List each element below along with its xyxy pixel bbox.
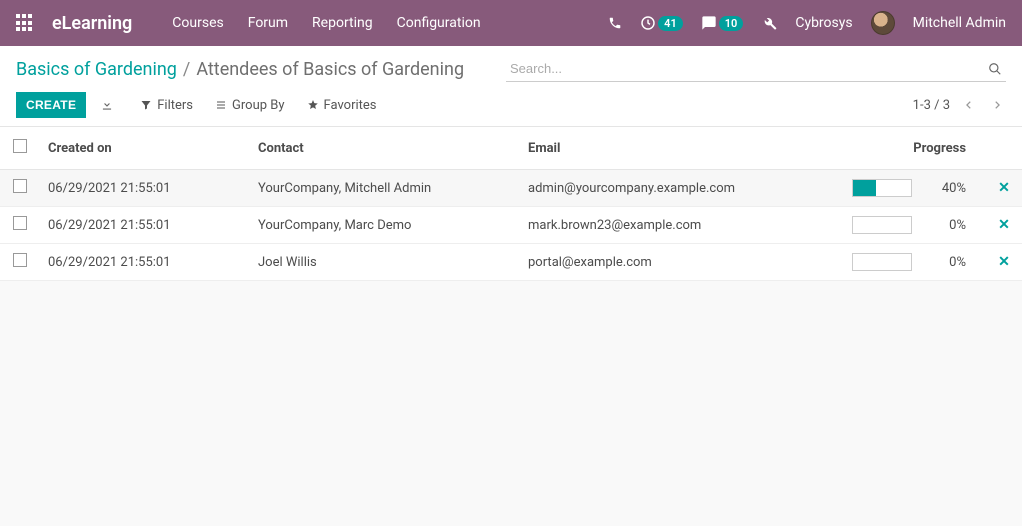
cell-contact: YourCompany, Mitchell Admin: [250, 170, 520, 207]
pager: 1-3 / 3: [913, 96, 1006, 114]
top-nav: eLearning Courses Forum Reporting Config…: [0, 0, 1022, 46]
select-all-checkbox[interactable]: [13, 139, 27, 153]
menu-courses[interactable]: Courses: [172, 15, 223, 31]
progress-value: 0%: [928, 218, 966, 233]
cell-created: 06/29/2021 21:55:01: [40, 170, 250, 207]
list-view: Created on Contact Email Progress 06/29/…: [0, 127, 1022, 281]
user-menu[interactable]: Mitchell Admin: [913, 15, 1006, 31]
row-checkbox[interactable]: [13, 216, 27, 230]
groupby-button[interactable]: Group By: [215, 98, 285, 113]
delete-icon[interactable]: ✕: [998, 217, 1010, 233]
col-progress[interactable]: Progress: [820, 127, 986, 170]
groupby-label: Group By: [232, 98, 285, 113]
cell-contact: YourCompany, Marc Demo: [250, 207, 520, 244]
pager-text: 1-3 / 3: [913, 98, 950, 113]
cell-contact: Joel Willis: [250, 244, 520, 281]
delete-icon[interactable]: ✕: [998, 180, 1010, 196]
breadcrumb: Basics of Gardening / Attendees of Basic…: [16, 59, 464, 80]
search-icon[interactable]: [984, 62, 1006, 76]
delete-icon[interactable]: ✕: [998, 254, 1010, 270]
company-switcher[interactable]: Cybrosys: [795, 15, 852, 31]
menu-forum[interactable]: Forum: [248, 15, 288, 31]
breadcrumb-current: Attendees of Basics of Gardening: [196, 59, 464, 80]
phone-icon[interactable]: [608, 16, 622, 30]
download-icon[interactable]: [100, 98, 114, 112]
tools-icon[interactable]: [761, 15, 777, 31]
search-options: Filters Group By Favorites: [140, 98, 376, 113]
activity-icon[interactable]: 41: [640, 15, 683, 31]
cell-email: mark.brown23@example.com: [520, 207, 820, 244]
progress-bar: [852, 253, 912, 271]
top-nav-right: 41 10 Cybrosys Mitchell Admin: [608, 11, 1006, 35]
create-button[interactable]: CREATE: [16, 92, 86, 118]
search-wrap: [506, 56, 1006, 82]
table-row[interactable]: 06/29/2021 21:55:01YourCompany, Mitchell…: [0, 170, 1022, 207]
avatar[interactable]: [871, 11, 895, 35]
breadcrumb-sep: /: [183, 59, 190, 80]
table-row[interactable]: 06/29/2021 21:55:01Joel Willisportal@exa…: [0, 244, 1022, 281]
control-panel: Basics of Gardening / Attendees of Basic…: [0, 46, 1022, 127]
cell-email: admin@yourcompany.example.com: [520, 170, 820, 207]
main-menu: Courses Forum Reporting Configuration: [172, 15, 480, 31]
favorites-button[interactable]: Favorites: [307, 98, 377, 113]
filters-button[interactable]: Filters: [140, 98, 193, 113]
progress-value: 0%: [928, 255, 966, 270]
pager-next-icon[interactable]: [988, 96, 1006, 114]
activity-badge: 41: [658, 16, 683, 31]
col-created[interactable]: Created on: [40, 127, 250, 170]
apps-icon[interactable]: [16, 14, 34, 32]
col-contact[interactable]: Contact: [250, 127, 520, 170]
row-checkbox[interactable]: [13, 179, 27, 193]
chat-icon[interactable]: 10: [701, 15, 744, 31]
attendees-table: Created on Contact Email Progress 06/29/…: [0, 127, 1022, 281]
progress-bar: [852, 216, 912, 234]
progress-value: 40%: [928, 181, 966, 196]
pager-prev-icon[interactable]: [960, 96, 978, 114]
breadcrumb-link[interactable]: Basics of Gardening: [16, 59, 177, 80]
filters-label: Filters: [157, 98, 193, 113]
chat-badge: 10: [719, 16, 744, 31]
menu-configuration[interactable]: Configuration: [397, 15, 481, 31]
app-brand: eLearning: [52, 13, 132, 34]
cell-created: 06/29/2021 21:55:01: [40, 207, 250, 244]
cell-created: 06/29/2021 21:55:01: [40, 244, 250, 281]
progress-bar: [852, 179, 912, 197]
table-row[interactable]: 06/29/2021 21:55:01YourCompany, Marc Dem…: [0, 207, 1022, 244]
row-checkbox[interactable]: [13, 253, 27, 267]
col-email[interactable]: Email: [520, 127, 820, 170]
search-input[interactable]: [506, 56, 984, 81]
menu-reporting[interactable]: Reporting: [312, 15, 373, 31]
favorites-label: Favorites: [324, 98, 377, 113]
cell-email: portal@example.com: [520, 244, 820, 281]
